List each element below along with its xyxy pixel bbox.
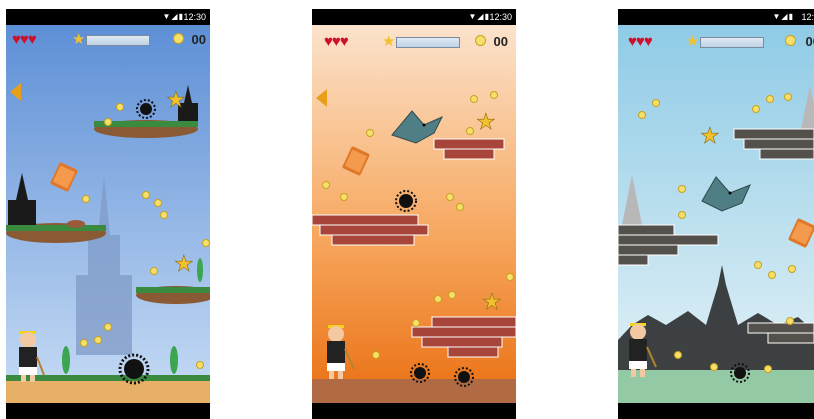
game-scene: ★ ★ xyxy=(6,25,210,403)
game-scene: ★ xyxy=(618,25,814,403)
progress-bar xyxy=(86,35,150,46)
star-icon: ★ xyxy=(382,33,396,50)
ground xyxy=(6,379,210,403)
back-chevron-icon[interactable] xyxy=(10,83,21,101)
clock-time: 12: xyxy=(801,12,814,22)
star-pickup: ★ xyxy=(476,109,496,134)
status-bar: ▼◢▮ 12:30 xyxy=(6,9,210,25)
navigation-bar xyxy=(312,403,516,419)
coin-icon xyxy=(173,33,184,44)
coin-count: 00 xyxy=(191,32,206,47)
game-scene: ★ ★ xyxy=(312,25,516,403)
game-viewport[interactable]: ★ ★ ♥♥♥ ★ 00 xyxy=(6,25,210,403)
star-pickup: ★ xyxy=(482,289,502,314)
ground xyxy=(618,370,814,403)
heart-icon: ♥♥♥ xyxy=(324,33,349,50)
navigation-bar xyxy=(618,403,814,419)
game-hud: ♥♥♥ ★ 00 xyxy=(312,25,516,53)
star-pickup: ★ xyxy=(166,87,186,112)
clock-time: 12:30 xyxy=(489,12,512,22)
game-viewport[interactable]: ★ ★ ♥♥♥ ★ 00 xyxy=(312,25,516,403)
signal-battery-icon: ▼◢▮ xyxy=(772,12,794,21)
coin-icon xyxy=(475,35,486,46)
brick-wall xyxy=(433,138,505,160)
ground xyxy=(312,379,516,403)
game-hud: ♥♥♥ ★ 00 xyxy=(6,25,210,53)
coin-icon xyxy=(785,35,796,46)
heart-icon: ♥♥♥ xyxy=(628,33,653,50)
navigation-bar xyxy=(6,403,210,419)
game-viewport[interactable]: ★ ♥♥♥ ★ 0 xyxy=(618,25,814,403)
game-hud: ♥♥♥ ★ 00 xyxy=(618,25,814,53)
heart-icon: ♥♥♥ xyxy=(12,31,37,48)
status-bar: ▼◢▮ 12: xyxy=(618,9,814,25)
star-pickup: ★ xyxy=(174,251,194,276)
game-screen-3: ▼◢▮ 12: ★ ♥♥♥ ★ 0 xyxy=(618,9,814,419)
game-screen-1: ▼◢▮ 12:30 ★ ★ ♥♥♥ ★ 00 xyxy=(6,9,210,419)
star-pickup: ★ xyxy=(700,123,720,148)
progress-bar xyxy=(396,37,460,48)
game-screen-2: ▼◢▮ 12:30 ★ ★ ♥♥♥ ★ 00 xyxy=(312,9,516,419)
coin-count: 00 xyxy=(493,34,508,49)
status-bar: ▼◢▮ 12:30 xyxy=(312,9,516,25)
clock-time: 12:30 xyxy=(183,12,206,22)
coin-count: 00 xyxy=(805,34,814,49)
progress-bar xyxy=(700,37,764,48)
star-icon: ★ xyxy=(686,33,700,50)
signal-battery-icon: ▼◢▮ xyxy=(468,12,490,21)
signal-battery-icon: ▼◢▮ xyxy=(162,12,184,21)
back-chevron-icon[interactable] xyxy=(316,89,327,107)
star-icon: ★ xyxy=(72,31,86,48)
